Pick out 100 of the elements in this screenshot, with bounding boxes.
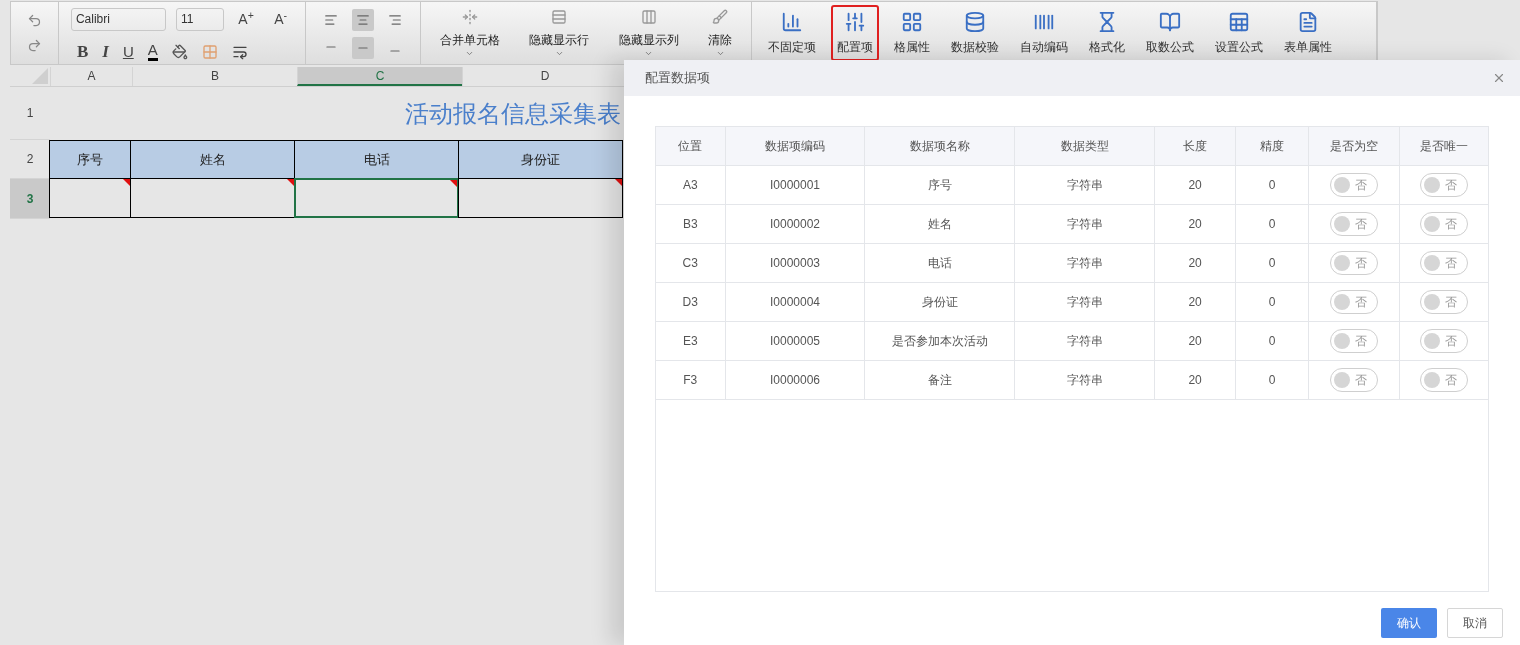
data-tool-button[interactable]: 设置公式	[1209, 5, 1270, 61]
align-right-icon	[387, 13, 402, 27]
table-cell: I0000004	[725, 283, 866, 321]
note-marker-icon	[450, 180, 457, 187]
column-heading: 数据项编码	[725, 127, 866, 165]
cell-tool-button[interactable]: 合并单元格	[439, 8, 500, 58]
panel-title: 配置数据项	[645, 69, 710, 88]
align-center-icon	[355, 13, 370, 27]
align-left-icon	[323, 13, 338, 27]
column-heading: 位置	[656, 127, 726, 165]
align-middle-button[interactable]	[351, 37, 374, 59]
table-cell: 0	[1235, 361, 1310, 399]
table-cell: 姓名	[865, 205, 1016, 243]
rows-icon	[551, 8, 568, 25]
table-cell: 字符串	[1015, 283, 1156, 321]
table-cell: 字符串	[1015, 166, 1156, 204]
font-name-field[interactable]: Calibri	[70, 8, 166, 31]
title-cell-text: 活动报名信息采集表	[404, 98, 622, 129]
book-icon	[1159, 10, 1182, 33]
table-cell: 20	[1155, 361, 1236, 399]
column-heading: 是否为空	[1309, 127, 1400, 165]
undo-icon[interactable]	[26, 13, 42, 28]
input-cell[interactable]	[130, 178, 295, 218]
sliders-icon	[844, 10, 867, 33]
table-cell: 字符串	[1015, 361, 1156, 399]
data-tool-button[interactable]: 不固定项	[762, 5, 823, 61]
table-cell: B3	[656, 205, 726, 243]
grid-icon	[901, 10, 924, 33]
table-cell: 20	[1155, 283, 1236, 321]
table-cell: 字符串	[1015, 244, 1156, 282]
table-cell: E3	[656, 322, 726, 360]
data-tool-button[interactable]: 数据校验	[945, 5, 1006, 61]
header-cell: 身份证	[458, 140, 623, 179]
table-cell: I0000002	[725, 205, 866, 243]
borders-icon[interactable]	[201, 43, 218, 60]
table-cell: 序号	[865, 166, 1016, 204]
cell-tool-button[interactable]: 清除	[708, 8, 733, 58]
fill-color-icon[interactable]	[171, 43, 188, 60]
brush-icon	[712, 8, 729, 25]
header-cell: 电话	[294, 140, 459, 179]
font-size-field[interactable]: 11	[175, 8, 224, 31]
table-cell: 备注	[865, 361, 1016, 399]
data-tool-button[interactable]: 表单属性	[1278, 5, 1339, 61]
input-cell[interactable]	[49, 178, 131, 218]
row-header[interactable]: 1	[10, 87, 50, 140]
table-cell: 20	[1155, 166, 1236, 204]
underline-button[interactable]: U	[122, 40, 134, 63]
confirm-button[interactable]: 确认	[1381, 608, 1437, 638]
columns-icon	[640, 8, 657, 25]
data-tool-button[interactable]: 自动编码	[1014, 5, 1075, 61]
header-cell: 序号	[49, 140, 131, 179]
column-heading: 数据类型	[1015, 127, 1156, 165]
data-tool-button[interactable]: 格式化	[1083, 5, 1132, 61]
align-center-button[interactable]	[351, 9, 374, 31]
table-cell: 0	[1235, 244, 1310, 282]
table-cell: F3	[656, 361, 726, 399]
cell-tool-button[interactable]: 隐藏显示行	[529, 8, 590, 58]
cell-tool-button[interactable]: 隐藏显示列	[618, 8, 679, 58]
table-cell: 是否参加本次活动	[865, 322, 1016, 360]
data-tool-button[interactable]: 格属性	[888, 5, 937, 61]
table-cell: D3	[656, 283, 726, 321]
data-tool-button[interactable]: 取数公式	[1140, 5, 1201, 61]
table-cell: 字符串	[1015, 205, 1156, 243]
table-cell: 0	[1235, 166, 1310, 204]
spreadsheet-icon	[1228, 10, 1251, 33]
column-header[interactable]: C	[297, 67, 462, 86]
merge-icon	[461, 8, 478, 25]
input-cell[interactable]	[294, 178, 459, 218]
table-cell: I0000005	[725, 322, 866, 360]
table-cell: A3	[656, 166, 726, 204]
table-cell: C3	[656, 244, 726, 282]
column-header[interactable]: A	[50, 67, 132, 86]
bold-button[interactable]: B	[76, 39, 89, 65]
color-button[interactable]: A	[147, 42, 158, 62]
cancel-button[interactable]: 取消	[1447, 608, 1503, 638]
table-cell: 身份证	[865, 283, 1016, 321]
bar-chart-icon	[781, 10, 804, 33]
column-heading: 数据项名称	[865, 127, 1016, 165]
note-marker-icon	[123, 179, 130, 186]
table-cell: 0	[1235, 205, 1310, 243]
column-heading: 精度	[1235, 127, 1310, 165]
table-cell: I0000006	[725, 361, 866, 399]
table-cell: 20	[1155, 244, 1236, 282]
table-cell: 字符串	[1015, 322, 1156, 360]
column-heading: 是否唯一	[1418, 138, 1469, 155]
table-cell: 20	[1155, 205, 1236, 243]
table-cell: 20	[1155, 322, 1236, 360]
row-header[interactable]: 3	[10, 179, 50, 219]
table-cell: I0000001	[725, 166, 866, 204]
header-cell: 姓名	[130, 140, 295, 179]
table-cell: 0	[1235, 283, 1310, 321]
italic-button[interactable]: I	[102, 39, 109, 65]
database-icon	[964, 10, 987, 33]
table-cell: I0000003	[725, 244, 866, 282]
increase-font-button[interactable]: A$^{+}$	[233, 9, 259, 30]
column-heading: 长度	[1155, 127, 1236, 165]
redo-icon[interactable]	[26, 38, 42, 53]
close-icon[interactable]	[1492, 71, 1506, 85]
table-cell: 电话	[865, 244, 1016, 282]
decrease-font-button[interactable]: A$^{-}$	[268, 9, 293, 30]
